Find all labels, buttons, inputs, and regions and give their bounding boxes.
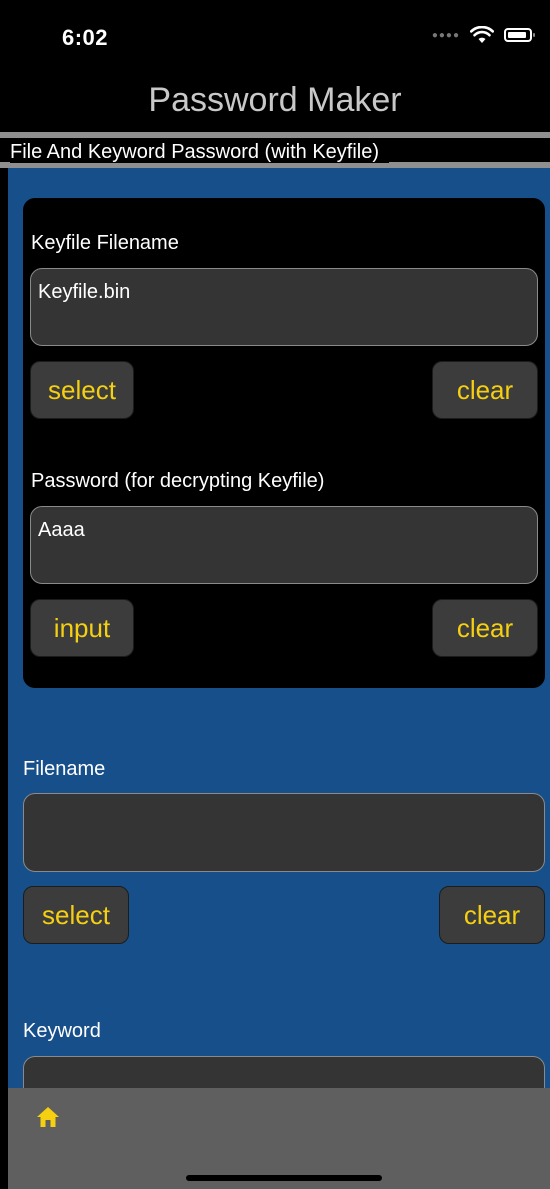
keyfile-password-field[interactable]: Aaaa bbox=[30, 506, 538, 584]
password-clear-button[interactable]: clear bbox=[432, 599, 538, 657]
keyfile-password-label: Password (for decrypting Keyfile) bbox=[31, 470, 325, 492]
keyword-label: Keyword bbox=[23, 1020, 101, 1042]
page-title: Password Maker bbox=[148, 81, 402, 119]
keyfile-filename-label: Keyfile Filename bbox=[31, 232, 179, 254]
keyword-field[interactable] bbox=[23, 1056, 545, 1088]
filename-label: Filename bbox=[23, 758, 106, 780]
wifi-icon bbox=[470, 26, 494, 43]
file-select-button[interactable]: select bbox=[23, 886, 129, 944]
tab-bar bbox=[8, 1088, 550, 1189]
file-clear-button[interactable]: clear bbox=[439, 886, 545, 944]
signal-icon: ●●●● bbox=[431, 29, 460, 41]
mode-bar[interactable]: File And Keyword Password (with Keyfile) bbox=[0, 132, 550, 168]
status-icons: ●●●● bbox=[431, 26, 535, 44]
home-indicator[interactable] bbox=[186, 1175, 382, 1181]
keyfile-select-button[interactable]: select bbox=[30, 361, 134, 419]
keyfile-filename-field[interactable]: Keyfile.bin bbox=[30, 268, 538, 346]
status-time: 6:02 bbox=[62, 25, 109, 50]
home-icon[interactable] bbox=[36, 1106, 60, 1128]
keyfile-clear-button[interactable]: clear bbox=[432, 361, 538, 419]
battery-icon bbox=[504, 28, 535, 42]
keyfile-panel: Keyfile Filename Keyfile.bin select clea… bbox=[23, 198, 545, 688]
main-content[interactable]: Keyfile Filename Keyfile.bin select clea… bbox=[8, 168, 550, 1088]
filename-field[interactable] bbox=[23, 793, 545, 872]
status-bar: 6:02 ●●●● bbox=[0, 0, 550, 70]
password-input-button[interactable]: input bbox=[30, 599, 134, 657]
mode-label: File And Keyword Password (with Keyfile) bbox=[10, 141, 390, 163]
